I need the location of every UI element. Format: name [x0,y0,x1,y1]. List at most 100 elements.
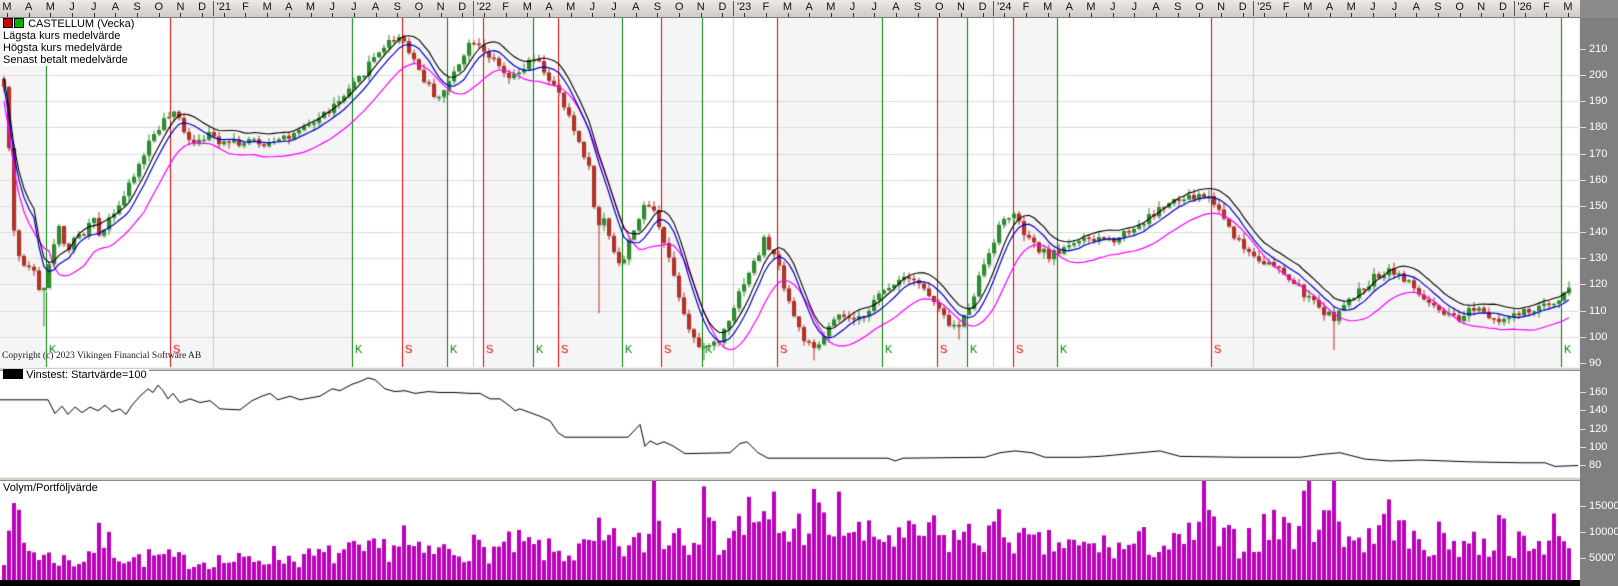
time-axis[interactable]: MAMJJASOND'21FMAMJJASOND'22FMAMJJASOND'2… [0,0,1580,18]
month-label: F [762,1,769,13]
month-label: O [415,1,424,13]
axis-tick [1004,13,1005,17]
value-axis-label: 120 [1589,423,1607,435]
month-label: A [25,1,32,13]
axis-tick [332,13,333,17]
month-label: N [176,1,184,13]
axis-tick [1048,13,1049,17]
year-separator [213,1,214,16]
axis-tick [939,13,940,17]
value-axis-label: 180 [1589,121,1607,133]
axis-tick [1438,13,1439,17]
axis-tick [462,13,463,17]
value-axis-label: 15000' [1589,500,1618,512]
axis-tick [1568,13,1569,17]
axis-tick [1091,13,1092,17]
value-axis-tick [1580,465,1586,466]
value-axis-tick [1580,558,1586,559]
month-label: A [806,1,813,13]
month-label: S [1434,1,1441,13]
legend-item-lagsta: Lägsta kurs medelvärde [3,30,122,42]
month-label: '23 [737,1,751,13]
volym-label: Volym/Portföljvärde [3,482,98,494]
month-label: '21 [217,1,231,13]
axis-tick [311,13,312,17]
axis-tick [1113,13,1114,17]
axis-tick [1373,13,1374,17]
value-axis-tick [1580,258,1586,259]
axis-tick [874,13,875,17]
axis-tick [1416,13,1417,17]
value-axis-label: 140 [1589,226,1607,238]
value-axis-tick [1580,447,1586,448]
vinstest-legend-row: Vinstest: Startvärde=100 [3,369,149,381]
month-label: S [394,1,401,13]
volume-chart-canvas[interactable] [0,481,1580,581]
axis-tick [354,13,355,17]
month-label: J [1110,1,1116,13]
month-label: F [1283,1,1290,13]
axis-tick [1264,13,1265,17]
copyright-text: Copyright (c) 2023 Vikingen Financial So… [2,351,201,361]
axis-tick [744,13,745,17]
value-axis-label: 110 [1589,305,1607,317]
axis-tick [1221,13,1222,17]
axis-tick [94,13,95,17]
panel-divider-price-vinstest[interactable] [0,367,1580,371]
vinstest-swatch-icon [13,369,23,379]
value-axis-label: 130 [1589,252,1607,264]
month-label: A [632,1,639,13]
month-label: D [718,1,726,13]
axis-tick [1243,13,1244,17]
panel-divider-vinstest-volym[interactable] [0,477,1580,481]
month-label: '25 [1257,1,1271,13]
vinstest-chart-canvas[interactable] [0,371,1580,477]
axis-corner [1580,0,1618,18]
axis-tick [1503,13,1504,17]
axis-tick [1525,13,1526,17]
axis-tick [1156,13,1157,17]
axis-tick [636,13,637,17]
axis-tick [376,13,377,17]
value-axis-tick [1580,429,1586,430]
month-label: J [1392,1,1398,13]
legend-item-hogsta: Högsta kurs medelvärde [3,42,124,54]
month-label: J [590,1,596,13]
value-axis-tick [1580,363,1586,364]
month-label: M [263,1,272,13]
month-label: F [502,1,509,13]
value-axis-label: 100 [1589,441,1607,453]
month-label: J [1370,1,1376,13]
month-label: J [611,1,617,13]
axis-tick [72,13,73,17]
bottom-axis-bar [0,580,1580,586]
value-axis-gutter[interactable]: 2102001901801701601501401301201101009016… [1580,18,1618,586]
month-label: J [91,1,97,13]
axis-tick [289,13,290,17]
month-label: F [1023,1,1030,13]
value-axis-label: 150 [1589,200,1607,212]
vinstest-label: Vinstest: Startvärde=100 [26,369,147,381]
axis-tick [137,13,138,17]
month-label: A [1066,1,1073,13]
value-axis-tick [1580,127,1586,128]
price-legend: CASTELLUM (Vecka) Lägsta kurs medelvärde… [3,18,136,66]
month-label: O [935,1,944,13]
month-label: '22 [477,1,491,13]
value-axis-label: 210 [1589,43,1607,55]
month-label: M [306,1,315,13]
price-chart-canvas[interactable] [0,17,1580,367]
month-label: F [1543,1,1550,13]
axis-tick [1308,13,1309,17]
value-axis-tick [1580,101,1586,102]
month-label: N [437,1,445,13]
month-label: N [1477,1,1485,13]
value-axis-tick [1580,232,1586,233]
month-label: M [826,1,835,13]
month-label: J [329,1,335,13]
month-label: M [46,1,55,13]
value-axis-label: 200 [1589,69,1607,81]
axis-tick [484,13,485,17]
axis-tick [527,13,528,17]
axis-tick [29,13,30,17]
